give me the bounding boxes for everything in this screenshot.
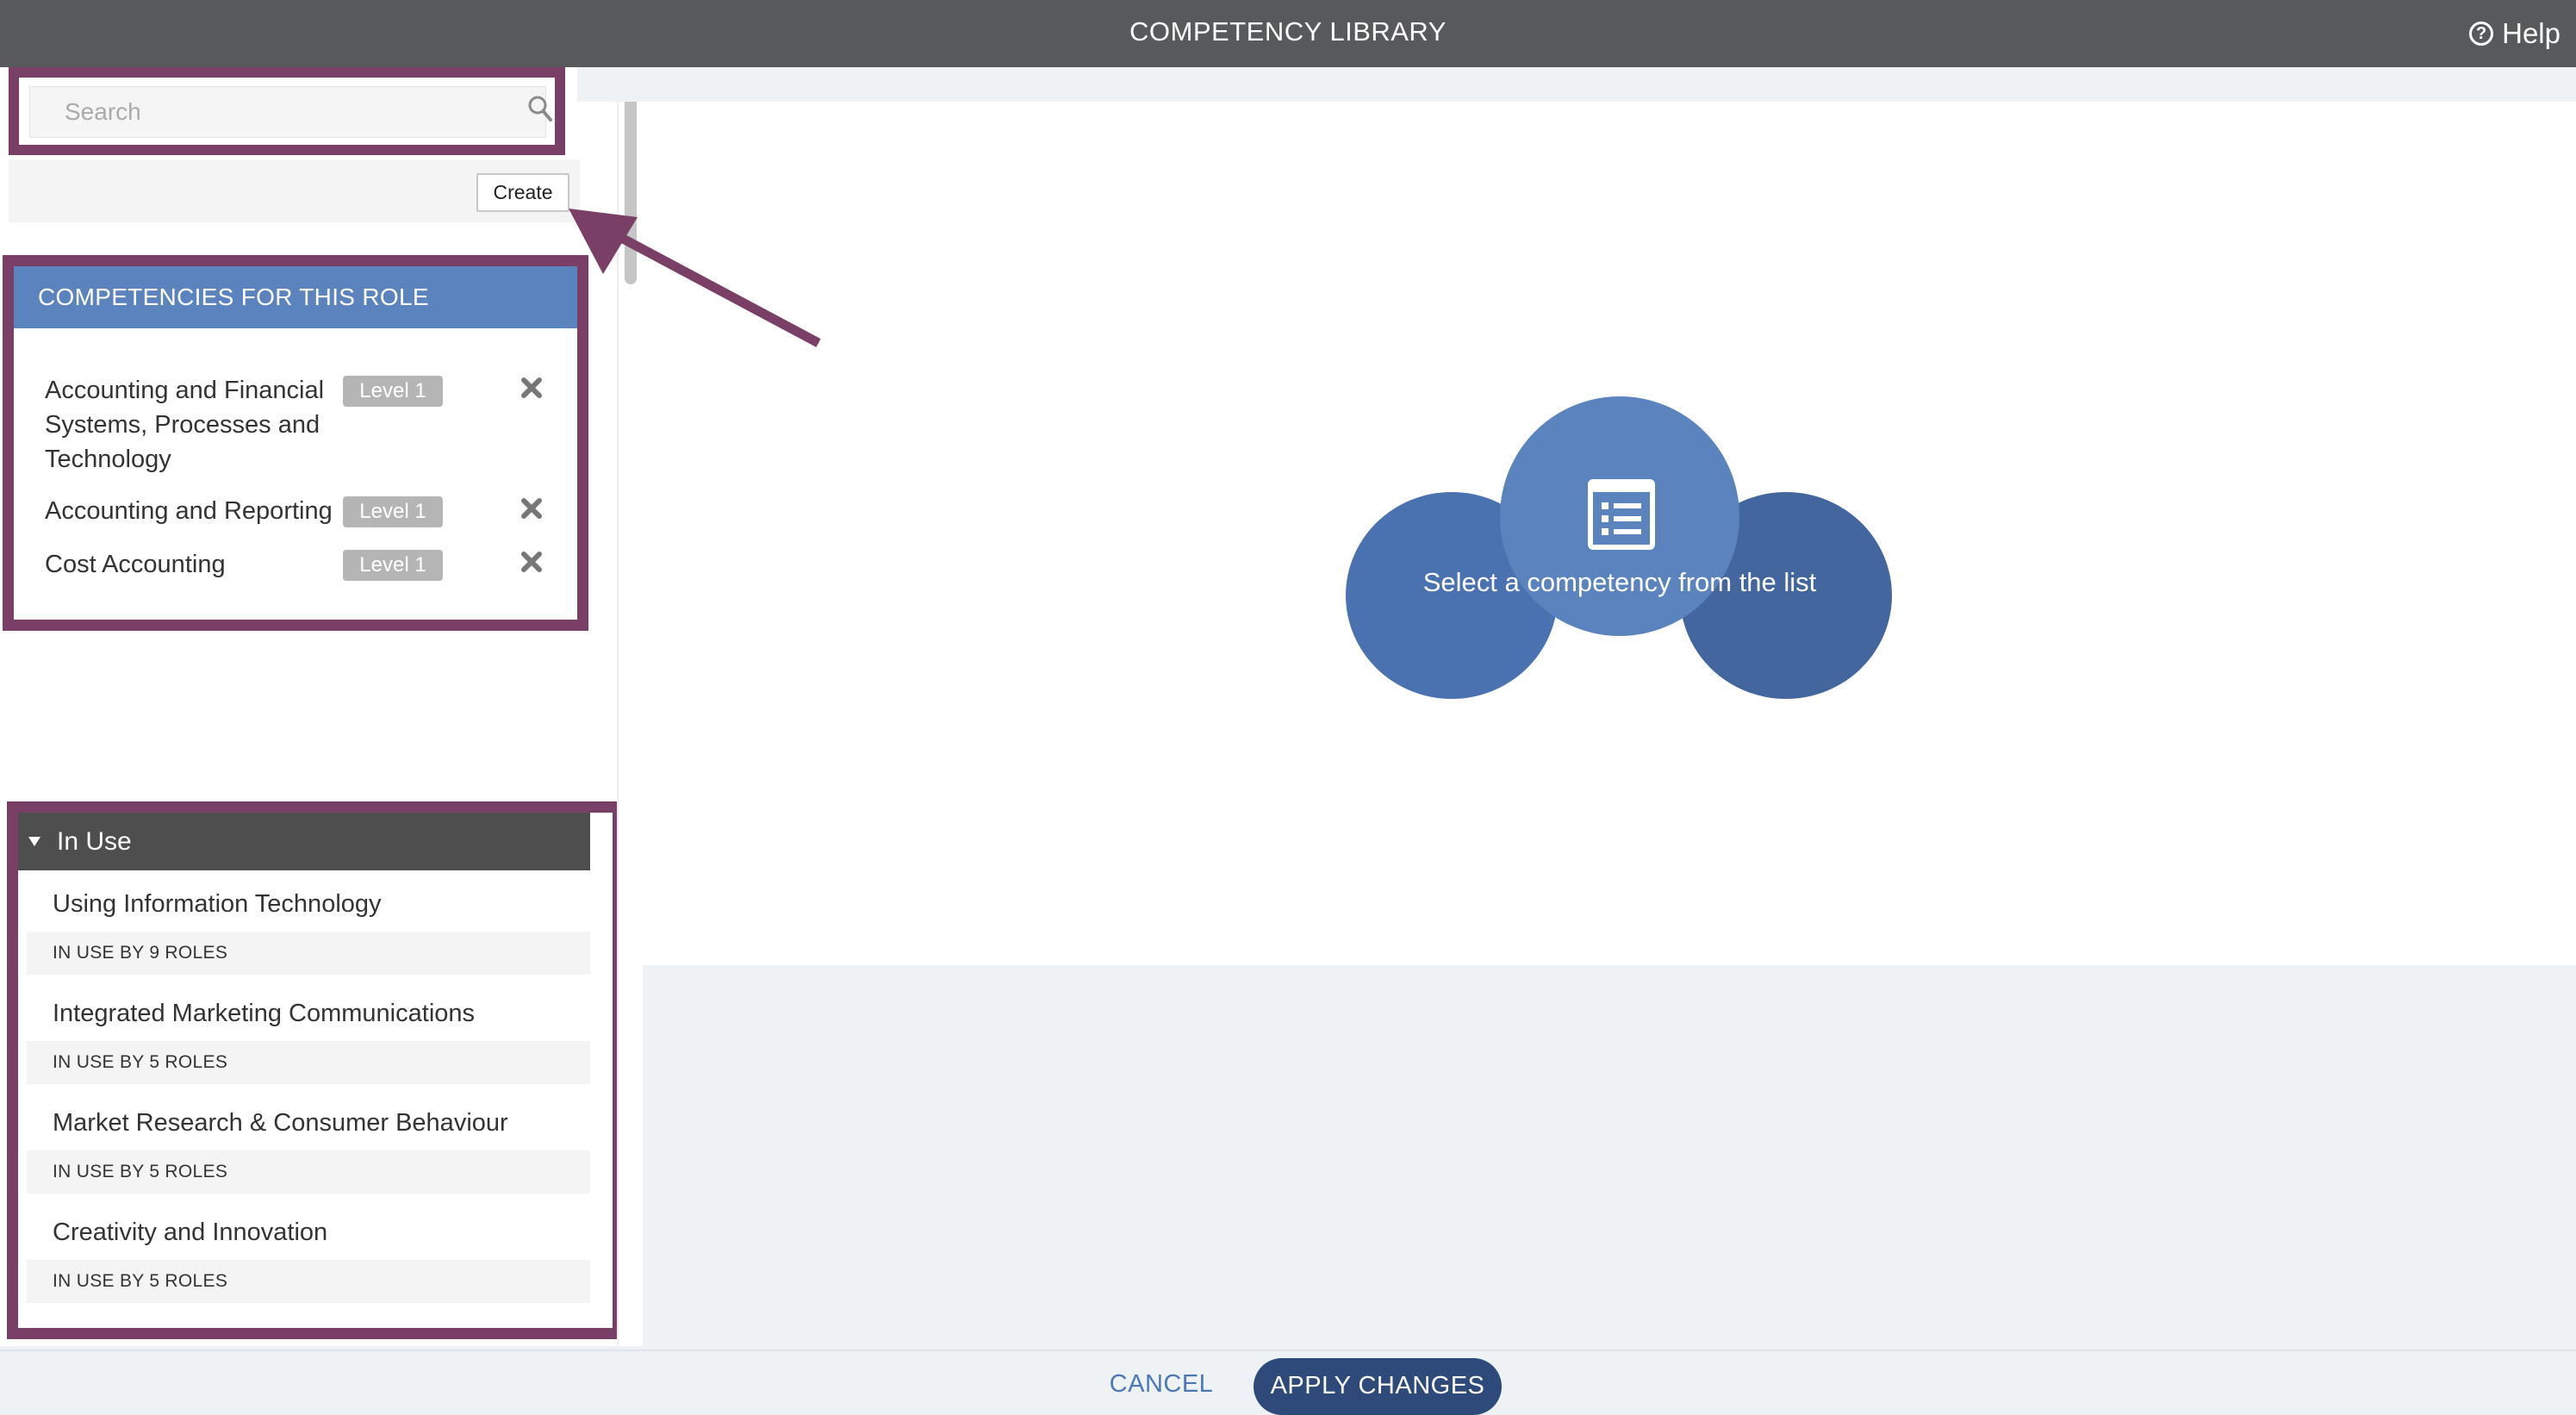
list-item-title: Integrated Marketing Communications — [53, 1000, 476, 1027]
in-use-heading: In Use — [57, 827, 132, 856]
competency-row[interactable]: Accounting and Reporting Level 1 — [14, 494, 577, 532]
close-icon[interactable] — [519, 494, 544, 523]
level-badge: Level 1 — [343, 376, 443, 407]
search-icon[interactable] — [527, 95, 553, 124]
list-item[interactable]: Using Information Technology IN USE BY 9… — [27, 882, 590, 991]
list-item[interactable]: Market Research & Consumer Behaviour IN … — [27, 1100, 590, 1210]
list-icon — [1588, 479, 1655, 550]
list-item-title: Creativity and Innovation — [53, 1219, 328, 1246]
list-item-usage: IN USE BY 5 ROLES — [27, 1150, 590, 1194]
competency-name: Accounting and Financial Systems, Proces… — [45, 377, 325, 473]
empty-state-message: Select a competency from the list — [1422, 567, 1817, 597]
competency-name: Accounting and Reporting — [45, 497, 333, 525]
page-title: COMPETENCY LIBRARY — [1129, 16, 1447, 47]
in-use-panel: In Use Using Information Technology IN U… — [7, 801, 624, 1339]
competency-row[interactable]: Cost Accounting Level 1 — [14, 547, 577, 585]
top-bar: COMPETENCY LIBRARY ? Help — [0, 0, 2576, 67]
list-item-usage: IN USE BY 9 ROLES — [27, 932, 590, 975]
close-icon[interactable] — [519, 547, 544, 577]
question-circle-icon: ? — [2469, 22, 2494, 46]
create-bar: Create — [9, 159, 580, 222]
annotation-arrow — [569, 209, 821, 347]
list-item-usage: IN USE BY 5 ROLES — [27, 1260, 590, 1303]
level-badge: Level 1 — [343, 550, 443, 581]
cancel-button[interactable]: CANCEL — [1103, 1367, 1220, 1401]
list-item[interactable]: Creativity and Innovation IN USE BY 5 RO… — [27, 1210, 590, 1319]
competency-name: Cost Accounting — [45, 551, 226, 578]
list-item-usage: IN USE BY 5 ROLES — [27, 1041, 590, 1084]
list-item-title: Market Research & Consumer Behaviour — [53, 1109, 508, 1137]
competency-row[interactable]: Accounting and Financial Systems, Proces… — [14, 373, 577, 485]
level-badge: Level 1 — [343, 496, 443, 527]
search-input[interactable] — [29, 86, 546, 138]
search-highlight-frame — [9, 67, 565, 155]
in-use-toggle[interactable]: In Use — [18, 813, 590, 870]
role-competencies-panel: COMPETENCIES FOR THIS ROLE Accounting an… — [3, 255, 588, 631]
role-competencies-heading: COMPETENCIES FOR THIS ROLE — [14, 266, 577, 328]
right-top-strip — [577, 67, 2576, 102]
close-icon[interactable] — [519, 373, 544, 402]
list-item[interactable]: Integrated Marketing Communications IN U… — [27, 991, 590, 1100]
list-item-title: Using Information Technology — [53, 890, 382, 918]
apply-changes-button[interactable]: APPLY CHANGES — [1254, 1358, 1502, 1415]
footer-bar: CANCEL APPLY CHANGES — [0, 1350, 2576, 1415]
caret-down-icon — [28, 837, 40, 846]
help-button[interactable]: ? Help — [2469, 0, 2560, 67]
help-label: Help — [2502, 17, 2560, 49]
